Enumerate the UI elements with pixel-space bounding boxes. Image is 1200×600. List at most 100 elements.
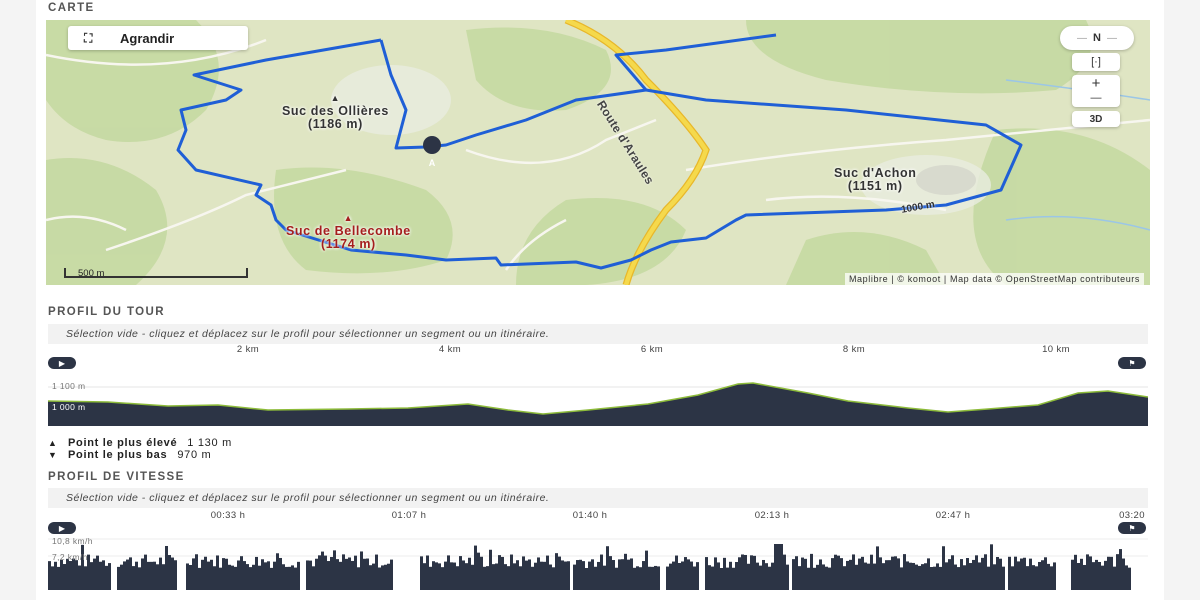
- speed-bar: [627, 559, 630, 590]
- speed-bar: [675, 555, 678, 590]
- speed-bar: [429, 566, 432, 590]
- zoom-out-button[interactable]: —: [1091, 91, 1102, 105]
- speed-bar: [636, 566, 639, 590]
- speed-bar: [714, 557, 717, 590]
- speed-bar: [999, 558, 1002, 590]
- speed-bar: [171, 557, 174, 590]
- recenter-button[interactable]: [·]: [1072, 53, 1120, 71]
- speed-bar: [882, 563, 885, 590]
- speed-bar: [777, 544, 780, 590]
- speed-bar: [852, 554, 855, 590]
- speed-bar: [831, 558, 834, 590]
- speed-start-flag-icon[interactable]: ▶: [48, 522, 76, 534]
- speed-bar: [435, 562, 438, 590]
- speed-finish-flag-icon[interactable]: ⚑: [1118, 522, 1146, 534]
- speed-bar: [894, 556, 897, 590]
- speed-bar: [1041, 560, 1044, 590]
- speed-bar: [939, 566, 942, 590]
- speed-bar: [78, 565, 81, 590]
- speed-bar: [1122, 558, 1125, 590]
- speed-bar: [285, 566, 288, 590]
- speed-bar: [1077, 563, 1080, 590]
- speed-bar: [546, 555, 549, 590]
- speed-bar: [954, 564, 957, 590]
- speed-chart[interactable]: [48, 534, 1148, 590]
- speed-bar: [885, 560, 888, 590]
- map-attribution[interactable]: Maplibre | © komoot | Map data © OpenStr…: [844, 273, 1144, 285]
- speed-bar: [564, 561, 567, 590]
- speed-bar: [315, 558, 318, 590]
- speed-bar: [597, 561, 600, 590]
- time-tick-2: 01:07 h: [391, 510, 427, 521]
- start-flag-icon[interactable]: ▶: [48, 357, 76, 369]
- speed-bar: [309, 560, 312, 590]
- finish-flag-icon[interactable]: ⚑: [1118, 357, 1146, 369]
- speed-bar: [1125, 565, 1128, 590]
- speed-bar: [381, 565, 384, 590]
- speed-bar: [792, 559, 795, 590]
- speed-bar: [927, 558, 930, 590]
- speed-bar: [858, 558, 861, 590]
- speed-bar: [297, 561, 300, 590]
- speed-bar: [948, 559, 951, 590]
- expand-map-button[interactable]: ⛶ Agrandir: [68, 26, 248, 50]
- speed-bar: [1053, 562, 1056, 590]
- speed-bar: [768, 566, 771, 590]
- speed-bar: [210, 559, 213, 590]
- speed-bar: [900, 567, 903, 590]
- speed-bar: [1032, 565, 1035, 590]
- speed-bar: [579, 559, 582, 590]
- speed-bar: [507, 566, 510, 590]
- speed-bar: [138, 567, 141, 590]
- speed-bar: [378, 567, 381, 590]
- speed-bar: [1128, 567, 1131, 590]
- speed-bar: [780, 544, 783, 590]
- speed-bar: [459, 556, 462, 590]
- speed-bar: [951, 555, 954, 590]
- speed-bar: [666, 566, 669, 590]
- speed-bar: [1017, 561, 1020, 590]
- speed-bar: [1113, 566, 1116, 590]
- tour-profile-title: PROFIL DU TOUR: [48, 306, 165, 318]
- left-frame: [0, 0, 36, 600]
- compass-button[interactable]: — N —: [1060, 26, 1134, 50]
- speed-bar: [921, 564, 924, 590]
- speed-bar: [465, 563, 468, 590]
- speed-bar: [681, 561, 684, 590]
- speed-bar: [849, 559, 852, 590]
- speed-bar: [369, 565, 372, 590]
- distance-tick-8: 8 km: [842, 344, 866, 355]
- view-3d-button[interactable]: 3D: [1072, 111, 1120, 127]
- speed-bar: [483, 566, 486, 590]
- speed-bar: [609, 556, 612, 590]
- speed-bar: [654, 565, 657, 590]
- lowest-point-stat: ▼ Point le plus bas 970 m: [48, 449, 212, 461]
- speed-bar: [480, 556, 483, 590]
- speed-bar: [72, 558, 75, 590]
- speed-bar: [444, 561, 447, 590]
- speed-bar: [747, 563, 750, 590]
- speed-bar: [873, 563, 876, 590]
- start-marker[interactable]: A: [425, 158, 439, 168]
- elevation-chart[interactable]: [48, 370, 1148, 426]
- map-view[interactable]: A ▲ Suc des Ollières (1186 m) Suc d'Acho…: [46, 20, 1150, 285]
- speed-bar: [558, 556, 561, 590]
- time-tick-1: 00:33 h: [210, 510, 246, 521]
- speed-bar: [306, 560, 309, 590]
- speed-bar: [228, 564, 231, 590]
- speed-bar: [834, 554, 837, 590]
- speed-bar: [243, 561, 246, 590]
- speed-bar: [453, 562, 456, 590]
- speed-bar: [969, 563, 972, 590]
- speed-bar: [639, 567, 642, 590]
- speed-bar: [786, 564, 789, 590]
- forest-areas: [46, 20, 1150, 285]
- distance-tick-6: 6 km: [640, 344, 664, 355]
- speed-bar: [1002, 566, 1005, 590]
- zoom-in-button[interactable]: +: [1092, 76, 1101, 91]
- speed-bar: [705, 557, 708, 590]
- speed-bar: [276, 553, 279, 590]
- speed-bar: [267, 561, 270, 590]
- speed-bar: [807, 567, 810, 590]
- speed-y-label-high: 10,8 km/h: [52, 536, 93, 546]
